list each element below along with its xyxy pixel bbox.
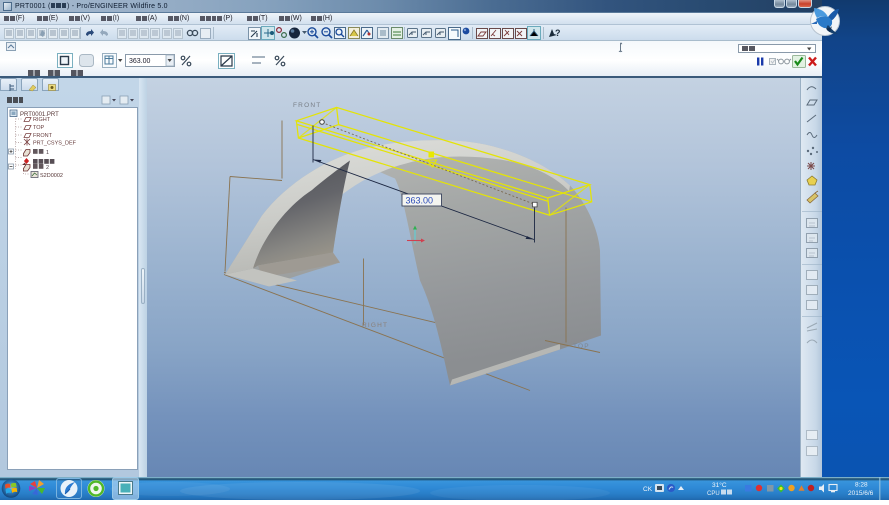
svg-text:TOP: TOP [33,125,45,131]
svg-text:2015/6/6: 2015/6/6 [848,490,874,497]
svg-text:363.00: 363.00 [406,195,434,205]
svg-text:RIGHT: RIGHT [33,117,51,123]
svg-text:FRONT: FRONT [33,133,53,139]
svg-text:CK: CK [643,486,653,493]
svg-text:CPU: CPU [707,491,720,497]
svg-text:RIGHT: RIGHT [362,322,388,329]
svg-text:1: 1 [46,150,49,156]
svg-text:31°C: 31°C [712,481,727,489]
svg-text:?: ? [555,28,561,38]
svg-text:TOP: TOP [573,343,590,350]
svg-text:2: 2 [46,165,49,171]
svg-text:PRT_CSYS_DEF: PRT_CSYS_DEF [33,140,77,146]
svg-text:8:28: 8:28 [855,482,868,489]
svg-text:S2D0002: S2D0002 [40,173,63,179]
svg-text:363.00: 363.00 [129,58,151,65]
svg-text:FRONT: FRONT [293,102,321,109]
